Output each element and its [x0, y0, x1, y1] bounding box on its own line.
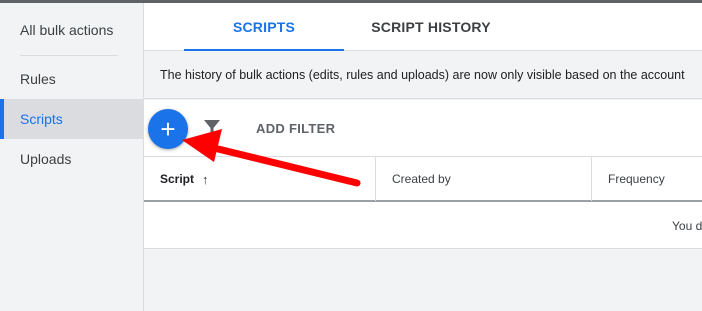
sidebar-item-all-bulk-actions[interactable]: All bulk actions: [0, 10, 143, 50]
add-filter-button[interactable]: ADD FILTER: [256, 100, 335, 156]
sidebar-item-scripts[interactable]: Scripts: [0, 99, 143, 139]
empty-table-message: You d: [672, 218, 702, 233]
sidebar-item-label: All bulk actions: [20, 22, 114, 38]
table-body: You d: [144, 202, 702, 249]
google-ads-bulk-actions-scripts: All bulk actions Rules Scripts Uploads S…: [0, 0, 702, 311]
sidebar-item-uploads[interactable]: Uploads: [0, 139, 143, 179]
arrow-up-icon: ↑: [202, 171, 209, 187]
plus-icon: +: [160, 114, 176, 144]
tab-bar: SCRIPTS SCRIPT HISTORY: [144, 3, 702, 51]
sidebar-item-label: Scripts: [20, 111, 63, 127]
sidebar: All bulk actions Rules Scripts Uploads: [0, 3, 144, 311]
sidebar-item-label: Rules: [20, 71, 56, 87]
column-label: Frequency: [608, 172, 665, 186]
filter-icon-glyph: [204, 120, 220, 135]
add-filter-label: ADD FILTER: [256, 120, 336, 136]
tab-label: SCRIPT HISTORY: [371, 19, 491, 35]
history-notice: The history of bulk actions (edits, rule…: [144, 52, 702, 99]
column-header-script[interactable]: Script ↑: [144, 157, 376, 201]
column-label: Created by: [392, 172, 451, 186]
sidebar-item-label: Uploads: [20, 151, 72, 167]
column-label: Script: [160, 172, 195, 186]
notice-text: The history of bulk actions (edits, rule…: [160, 68, 685, 82]
main-content: SCRIPTS SCRIPT HISTORY The history of bu…: [144, 3, 702, 311]
table-toolbar: + ADD FILTER: [144, 100, 702, 156]
column-header-frequency[interactable]: Frequency: [592, 157, 702, 201]
column-header-created-by[interactable]: Created by: [376, 157, 592, 201]
tab-scripts[interactable]: SCRIPTS: [184, 3, 344, 51]
sidebar-item-rules[interactable]: Rules: [0, 59, 143, 99]
filter-icon[interactable]: [202, 118, 222, 138]
add-script-button[interactable]: +: [148, 109, 188, 149]
tab-label: SCRIPTS: [232, 19, 296, 35]
table-header: Script ↑ Created by Frequency: [144, 156, 702, 202]
sidebar-divider: [20, 55, 118, 56]
tab-script-history[interactable]: SCRIPT HISTORY: [344, 3, 518, 51]
